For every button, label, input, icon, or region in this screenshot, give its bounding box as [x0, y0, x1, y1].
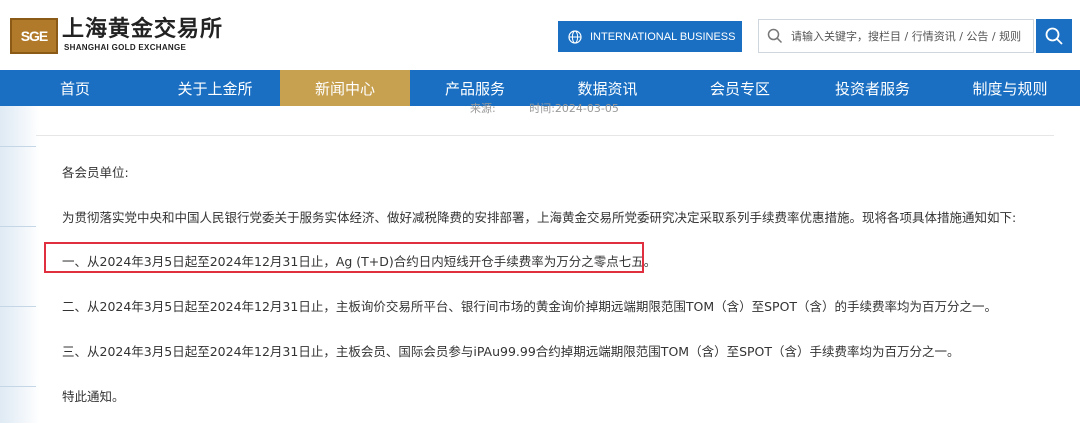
nav-item-home[interactable]: 首页: [0, 70, 150, 106]
article-date: 时间:2024-03-05: [529, 102, 619, 115]
nav-item-investors[interactable]: 投资者服务: [805, 70, 940, 106]
highlight-box: [44, 242, 644, 273]
logo-icon[interactable]: SGE: [10, 18, 58, 54]
international-business-button[interactable]: INTERNATIONAL BUSINESS: [558, 21, 742, 52]
international-business-label: INTERNATIONAL BUSINESS: [590, 30, 736, 43]
search-button[interactable]: [1036, 19, 1072, 53]
site-header: SGE 上海黄金交易所 SHANGHAI GOLD EXCHANGE INTER…: [0, 0, 1080, 70]
logo-mark-text: SGE: [20, 28, 49, 44]
search-icon: [767, 28, 783, 44]
meta-divider: [36, 135, 1054, 136]
nav-item-news[interactable]: 新闻中心: [280, 70, 410, 106]
nav-item-rules[interactable]: 制度与规则: [940, 70, 1080, 106]
nav-item-about[interactable]: 关于上金所: [150, 70, 280, 106]
article-greeting: 各会员单位:: [62, 165, 129, 180]
article-closing: 特此通知。: [62, 389, 125, 404]
article-meta: 来源: 时间:2024-03-05: [470, 100, 649, 116]
search-icon: [1045, 27, 1063, 45]
globe-icon: [568, 29, 582, 44]
left-decoration: [0, 106, 40, 423]
article-item-2: 二、从2024年3月5日起至2024年12月31日止，主板询价交易所平台、银行间…: [62, 299, 998, 314]
search-input[interactable]: [791, 29, 1025, 43]
search-box[interactable]: [758, 19, 1034, 53]
article-intro: 为贯彻落实党中央和中国人民银行党委关于服务实体经济、做好减税降费的安排部署，上海…: [62, 210, 1017, 225]
logo-english-name[interactable]: SHANGHAI GOLD EXCHANGE: [64, 43, 186, 52]
logo-chinese-name[interactable]: 上海黄金交易所: [62, 18, 223, 40]
nav-item-members[interactable]: 会员专区: [675, 70, 805, 106]
article-item-3: 三、从2024年3月5日起至2024年12月31日止，主板会员、国际会员参与iP…: [62, 344, 960, 359]
article-source: 来源:: [470, 102, 496, 115]
